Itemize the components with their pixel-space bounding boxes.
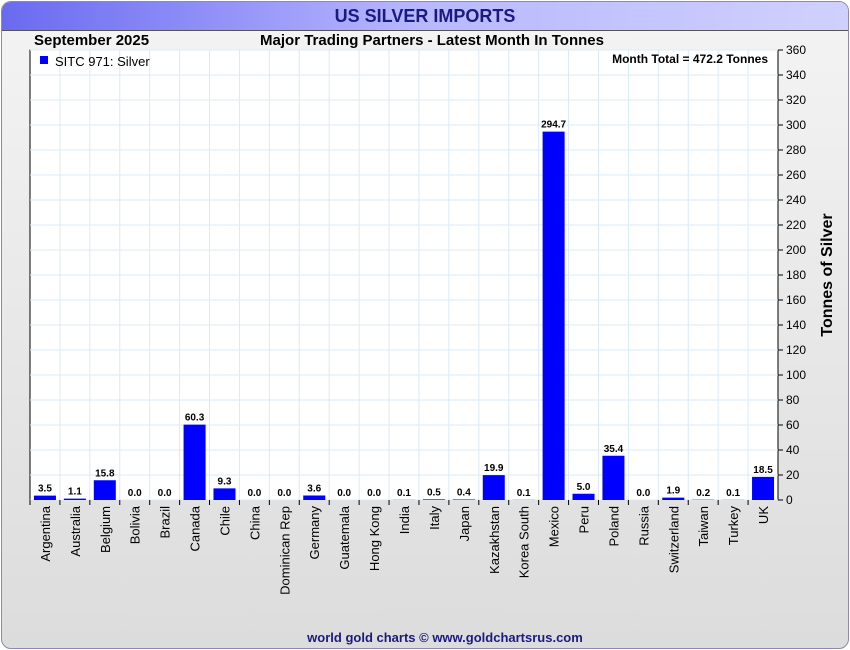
data-label: 60.3	[185, 413, 205, 424]
y-tick-label: 60	[786, 418, 800, 432]
bar-belgium	[93, 480, 116, 500]
x-tick-label: Russia	[636, 505, 651, 546]
y-tick-label: 320	[786, 93, 806, 107]
data-label: 0.0	[337, 488, 351, 499]
data-label: 3.5	[38, 484, 52, 495]
y-tick-label: 200	[786, 243, 806, 257]
legend-swatch	[40, 56, 48, 64]
data-label: 0.0	[158, 488, 172, 499]
bar-japan	[452, 499, 475, 500]
bar-canada	[183, 424, 206, 500]
legend-label: SITC 971: Silver	[55, 54, 150, 69]
x-tick-label: Dominican Rep	[277, 506, 292, 595]
y-tick-label: 340	[786, 68, 806, 82]
x-tick-label: Australia	[68, 505, 83, 556]
x-tick-label: Brazil	[158, 506, 173, 539]
data-label: 0.1	[517, 488, 531, 499]
y-tick-label: 80	[786, 393, 800, 407]
bar-uk	[752, 476, 775, 500]
data-label: 0.0	[636, 488, 650, 499]
bar-chile	[213, 488, 236, 500]
x-tick-label: UK	[756, 506, 771, 524]
x-tick-label: Canada	[188, 505, 203, 551]
x-tick-label: Chile	[217, 506, 232, 536]
x-tick-label: Kazakhstan	[487, 506, 502, 574]
data-label: 9.3	[218, 476, 232, 487]
data-label: 3.6	[307, 484, 321, 495]
x-tick-label: Turkey	[726, 506, 741, 546]
x-tick-label: Guatemala	[337, 505, 352, 569]
x-tick-label: Poland	[606, 506, 621, 546]
x-tick-label: Peru	[577, 506, 592, 533]
data-label: 19.9	[484, 463, 504, 474]
y-tick-label: 140	[786, 318, 806, 332]
bar-poland	[602, 455, 625, 500]
data-label: 0.2	[696, 488, 710, 499]
bar-kazakhstan	[482, 475, 505, 500]
bar-australia	[63, 498, 86, 500]
x-tick-label: Belgium	[98, 506, 113, 553]
y-tick-label: 240	[786, 193, 806, 207]
bar-italy	[422, 499, 445, 500]
data-label: 1.1	[68, 487, 82, 498]
y-tick-label: 120	[786, 343, 806, 357]
bar-germany	[303, 495, 326, 500]
period-label: September 2025	[34, 32, 149, 49]
y-tick-label: 300	[786, 118, 806, 132]
y-tick-label: 160	[786, 293, 806, 307]
bar-argentina	[33, 495, 56, 500]
data-label: 0.0	[277, 488, 291, 499]
data-label: 18.5	[753, 465, 773, 476]
x-tick-label: Italy	[427, 506, 442, 530]
bar-peru	[572, 493, 595, 500]
y-axis-label: Tonnes of Silver	[819, 213, 836, 336]
data-label: 0.4	[457, 488, 471, 499]
x-tick-label: Japan	[457, 506, 472, 541]
x-tick-label: Germany	[307, 506, 322, 560]
y-tick-label: 180	[786, 268, 806, 282]
bar-switzerland	[662, 497, 685, 500]
y-tick-label: 100	[786, 368, 806, 382]
x-tick-label: Switzerland	[666, 506, 681, 573]
y-tick-label: 0	[786, 493, 793, 507]
data-label: 0.0	[128, 488, 142, 499]
y-tick-label: 220	[786, 218, 806, 232]
data-label: 0.5	[427, 487, 441, 498]
data-label: 0.1	[726, 488, 740, 499]
x-tick-label: Bolivia	[128, 505, 143, 544]
y-tick-label: 360	[786, 43, 806, 57]
y-tick-label: 260	[786, 168, 806, 182]
chart-subtitle: Major Trading Partners - Latest Month In…	[260, 32, 604, 49]
y-tick-label: 40	[786, 443, 800, 457]
data-label: 35.4	[604, 444, 624, 455]
data-label: 0.0	[247, 488, 261, 499]
footer-credit: world gold charts © www.goldchartsrus.co…	[306, 630, 583, 645]
bar-chart: September 2025 Major Trading Partners - …	[29, 32, 836, 645]
data-label: 0.0	[367, 488, 381, 499]
data-label: 1.9	[666, 486, 680, 497]
data-label: 15.8	[95, 468, 115, 479]
x-tick-label: China	[247, 505, 262, 540]
x-tick-label: Hong Kong	[367, 506, 382, 571]
data-label: 5.0	[577, 482, 591, 493]
y-tick-label: 20	[786, 468, 800, 482]
y-tick-label: 280	[786, 143, 806, 157]
month-total-annotation: Month Total = 472.2 Tonnes	[612, 52, 768, 66]
data-label: 0.1	[397, 488, 411, 499]
x-tick-label: Argentina	[38, 505, 53, 561]
x-tick-label: Mexico	[547, 506, 562, 547]
x-tick-label: India	[397, 505, 412, 534]
x-tick-label: Taiwan	[696, 506, 711, 546]
bar-mexico	[542, 131, 565, 500]
x-tick-label: Korea South	[517, 506, 532, 578]
data-label: 294.7	[541, 120, 566, 131]
